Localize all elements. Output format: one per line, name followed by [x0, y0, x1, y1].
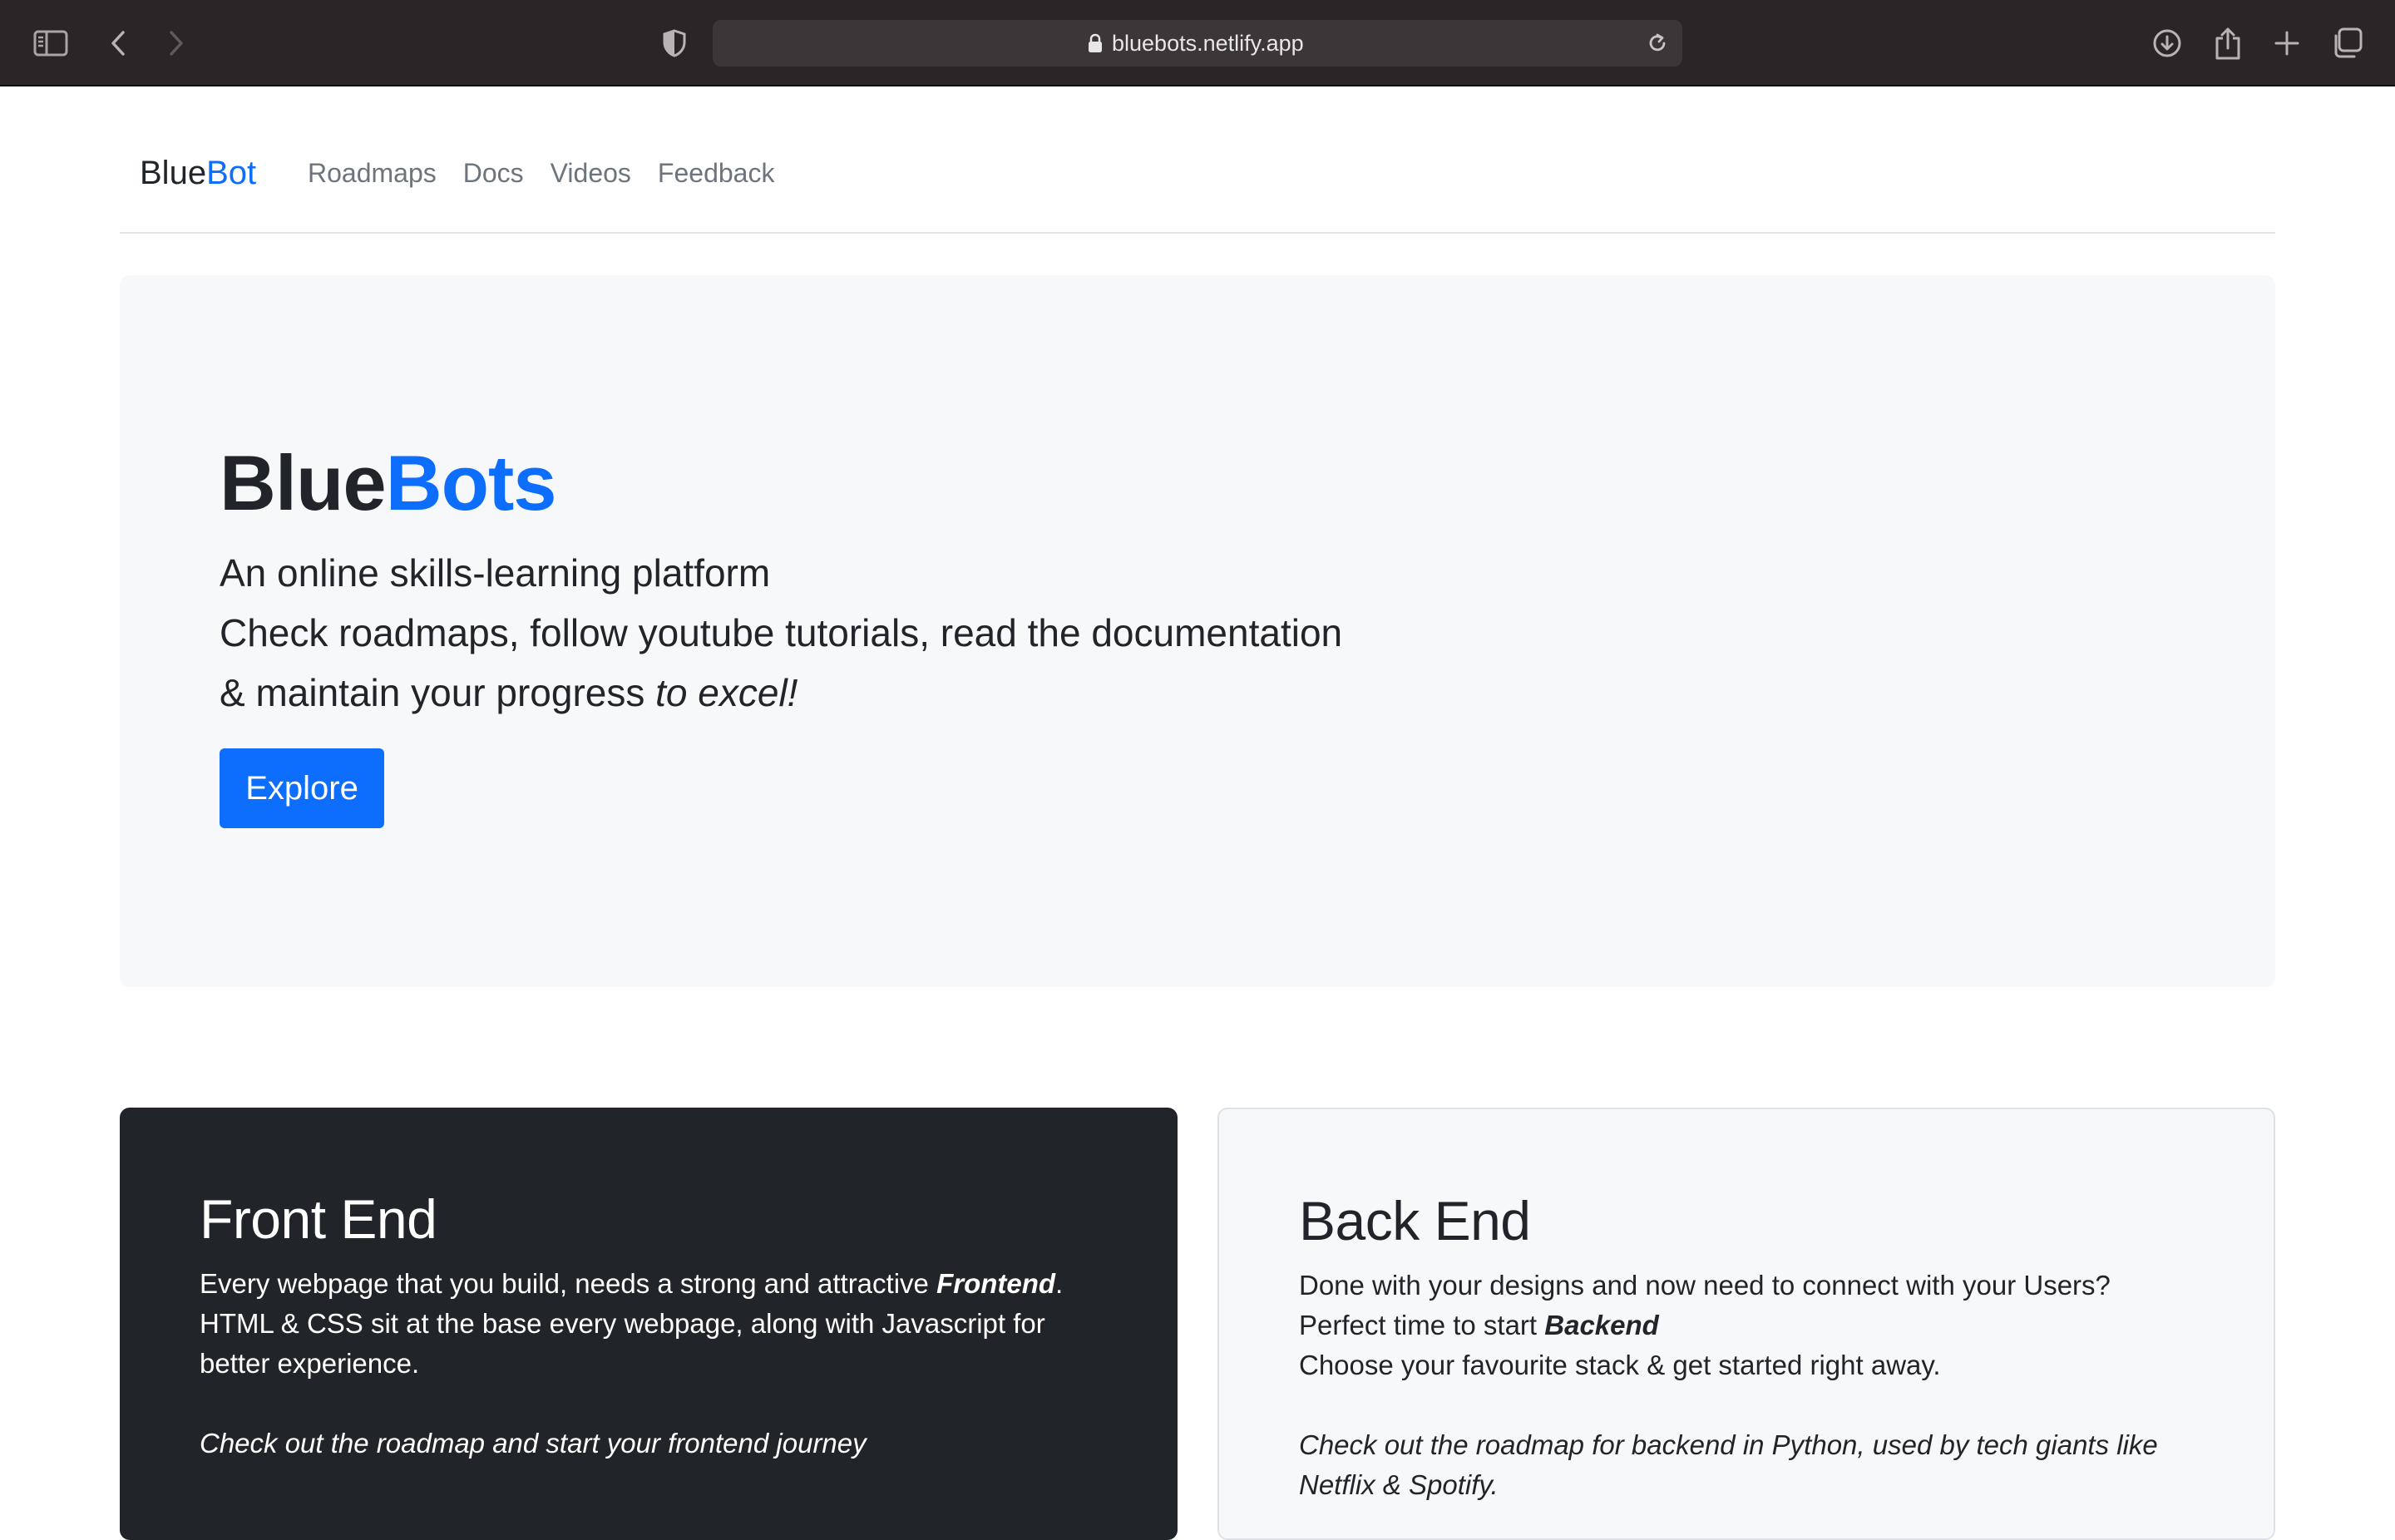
frontend-card-title: Front End: [200, 1188, 437, 1250]
nav-link-docs[interactable]: Docs: [450, 158, 537, 189]
tab-overview-icon[interactable]: [2325, 22, 2368, 65]
frontend-line-1-suffix: .: [1055, 1268, 1064, 1299]
backend-card-title: Back End: [1299, 1190, 1531, 1251]
hero-title-accent: Bots: [385, 439, 557, 526]
nav-links: Roadmaps Docs Videos Feedback: [294, 87, 788, 259]
hero-lead-line-3: & maintain your progress to excel!: [220, 663, 1342, 723]
backend-card-body: Done with your designs and now need to c…: [1299, 1266, 2158, 1505]
sidebar-toggle-icon[interactable]: [29, 22, 72, 65]
new-tab-plus-icon[interactable]: [2265, 22, 2309, 65]
hero-lead: An online skills-learning platform Check…: [220, 543, 1342, 723]
frontend-card: Front End Every webpage that you build, …: [120, 1108, 1178, 1540]
backend-emphasis: Backend: [1544, 1310, 1659, 1340]
brand-primary: Blue: [140, 155, 207, 191]
backend-card-line-2: Perfect time to start Backend: [1299, 1306, 2158, 1345]
address-bar[interactable]: bluebots.netlify.app: [713, 20, 1682, 67]
forward-arrow-icon[interactable]: [155, 22, 198, 65]
frontend-card-line-3: better experience.: [200, 1348, 420, 1379]
reload-icon[interactable]: [1642, 28, 1672, 58]
site-navbar: BlueBot Roadmaps Docs Videos Feedback: [120, 87, 2275, 234]
hero-title: BlueBots: [220, 438, 557, 528]
back-arrow-icon[interactable]: [96, 22, 140, 65]
frontend-card-line-1: Every webpage that you build, needs a st…: [200, 1264, 1063, 1304]
backend-card-cta-line-1: Check out the roadmap for backend in Pyt…: [1299, 1429, 2158, 1460]
frontend-card-line-2: HTML & CSS sit at the base every webpage…: [200, 1308, 1045, 1339]
nav-link-feedback[interactable]: Feedback: [644, 158, 788, 189]
backend-card-line-3: Choose your favourite stack & get starte…: [1299, 1350, 1941, 1380]
hero-lead-emphasis: to excel!: [655, 671, 798, 714]
hero-title-primary: Blue: [220, 439, 387, 526]
hero-section: BlueBots An online skills-learning platf…: [120, 275, 2275, 987]
lock-icon: [1084, 32, 1107, 55]
browser-toolbar: bluebots.netlify.app: [0, 0, 2395, 86]
nav-link-videos[interactable]: Videos: [537, 158, 644, 189]
url-text: bluebots.netlify.app: [1112, 31, 1304, 56]
frontend-emphasis: Frontend: [936, 1268, 1056, 1299]
frontend-card-body: Every webpage that you build, needs a st…: [200, 1264, 1063, 1463]
privacy-shield-icon[interactable]: [653, 22, 696, 65]
backend-line-2-prefix: Perfect time to start: [1299, 1310, 1545, 1340]
backend-card-line-1: Done with your designs and now need to c…: [1299, 1270, 2111, 1301]
nav-link-roadmaps[interactable]: Roadmaps: [294, 158, 450, 189]
share-icon[interactable]: [2206, 22, 2249, 65]
brand-accent: Bot: [206, 155, 257, 191]
frontend-card-cta: Check out the roadmap and start your fro…: [200, 1428, 867, 1459]
hero-lead-line-2: Check roadmaps, follow youtube tutorials…: [220, 611, 1343, 654]
brand-logo[interactable]: BlueBot: [140, 87, 256, 259]
backend-card-cta-line-2: Netflix & Spotify.: [1299, 1469, 1499, 1500]
explore-button[interactable]: Explore: [220, 748, 384, 828]
downloads-icon[interactable]: [2146, 22, 2189, 65]
backend-card: Back End Done with your designs and now …: [1217, 1108, 2275, 1540]
hero-lead-line-3-prefix: & maintain your progress: [220, 671, 656, 714]
hero-lead-line-1: An online skills-learning platform: [220, 551, 771, 595]
frontend-line-1-prefix: Every webpage that you build, needs a st…: [200, 1268, 937, 1299]
